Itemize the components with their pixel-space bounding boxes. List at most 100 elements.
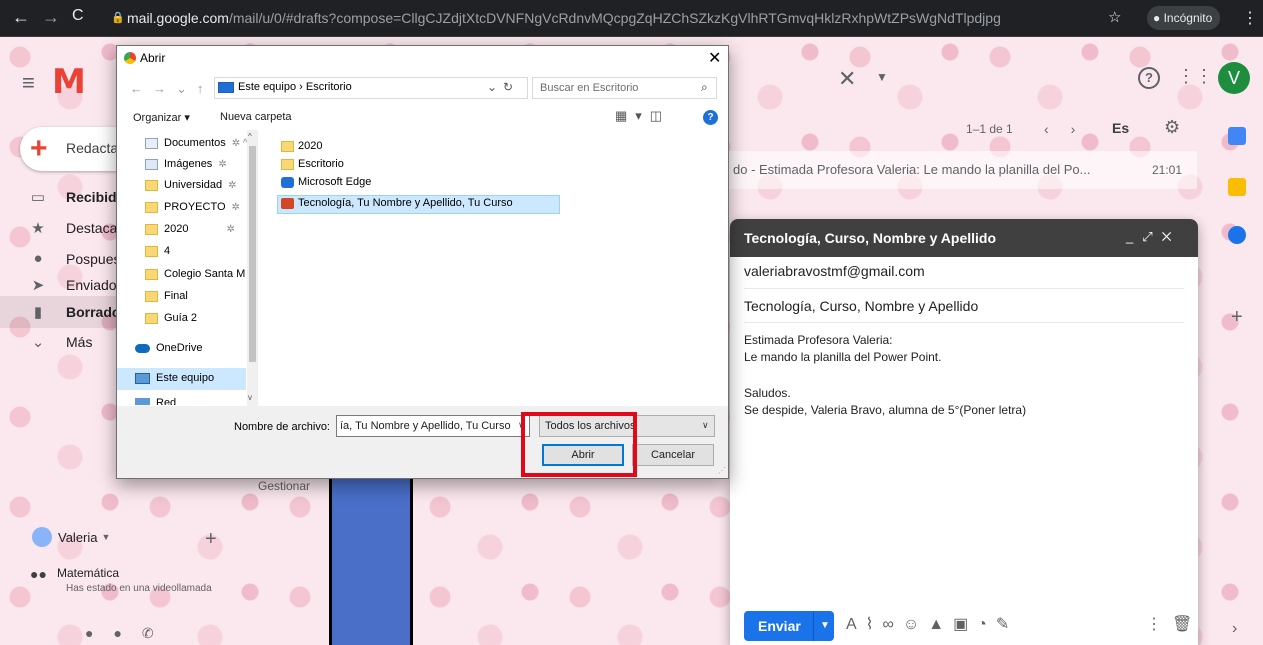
pin-icon: ✲ xyxy=(226,224,235,235)
folder-icon xyxy=(145,179,158,191)
folder-icon xyxy=(281,140,294,152)
window-controls-icon[interactable]: _⤢✕ xyxy=(1126,229,1181,245)
chevron-right-icon[interactable]: › xyxy=(1232,620,1237,638)
address-bar[interactable]: 🔒 mail.google.com/mail/u/0/#drafts?compo… xyxy=(105,5,1135,31)
body-line[interactable]: Estimada Profesora Valeria: xyxy=(744,333,893,347)
gear-icon[interactable]: ⚙ xyxy=(1164,117,1180,138)
tasks-icon[interactable] xyxy=(1228,226,1246,244)
close-icon[interactable]: ✕ xyxy=(708,48,721,68)
folder-icon xyxy=(145,223,158,235)
tree-item-2020[interactable]: 2020 ✲ xyxy=(145,223,235,243)
star-icon: ★ xyxy=(31,220,45,237)
tree-item-proyecto[interactable]: PROYECTO ✲ xyxy=(145,201,240,221)
pagination-label: 1–1 de 1 xyxy=(966,122,1013,136)
keep-icon[interactable] xyxy=(1228,178,1246,196)
tree-label: Colegio Santa M xyxy=(164,268,246,280)
tree-label: Este equipo xyxy=(156,372,215,384)
help-icon[interactable]: ? xyxy=(703,110,718,125)
tree-item-universidad[interactable]: Universidad ✲ xyxy=(145,179,236,199)
chevron-down-icon[interactable]: ∨ xyxy=(702,420,709,431)
close-icon[interactable]: ✕ xyxy=(838,66,856,92)
hangouts-tabs-icon[interactable]: ●●✆ xyxy=(85,625,174,642)
new-folder-button[interactable]: Nueva carpeta xyxy=(220,111,292,123)
tree-item-onedrive[interactable]: OneDrive xyxy=(135,342,202,362)
organize-button[interactable]: Organizar ▾ xyxy=(133,111,190,124)
manage-label[interactable]: Gestionar xyxy=(258,479,310,493)
tree-item-final[interactable]: Final xyxy=(145,290,188,310)
star-icon[interactable]: ☆ xyxy=(1108,8,1121,26)
nav-label: Destaca xyxy=(66,220,118,236)
mail-time: 21:01 xyxy=(1152,163,1183,177)
nav-label: Más xyxy=(66,334,93,350)
nav-label: Pospues xyxy=(66,251,121,267)
scrollbar-thumb[interactable] xyxy=(249,146,256,362)
pc-icon xyxy=(218,82,234,93)
folder-icon xyxy=(145,290,158,302)
body-line[interactable]: Se despide, Valeria Bravo, alumna de 5°(… xyxy=(744,403,1026,417)
reload-icon[interactable]: C xyxy=(72,7,84,25)
view-options-icon[interactable]: ▦▾◫ xyxy=(615,108,670,124)
tree-item-este-equipo[interactable]: Este equipo xyxy=(135,372,214,392)
pin-icon: ✲ xyxy=(231,202,240,213)
help-icon[interactable]: ? xyxy=(1138,67,1160,89)
clock-icon: ● xyxy=(33,250,43,267)
hangouts-user[interactable]: Valeria ▼ xyxy=(32,527,110,547)
pin-icon: ✲ ^ xyxy=(231,138,248,149)
calendar-icon[interactable] xyxy=(1228,127,1246,145)
filename-input[interactable]: ía, Tu Nombre y Apellido, Tu Curso xyxy=(336,415,530,437)
tree-item-guia2[interactable]: Guía 2 xyxy=(145,312,197,332)
incognito-badge[interactable]: ● Incógnito xyxy=(1147,6,1221,30)
chrome-icon xyxy=(124,52,136,64)
input-language[interactable]: Es xyxy=(1112,120,1129,136)
dialog-title: Abrir xyxy=(140,51,166,65)
caret-down-icon[interactable]: ▼ xyxy=(876,70,888,84)
folder-icon xyxy=(145,245,158,257)
more-options-icon[interactable]: ⋮🗑 xyxy=(1146,614,1202,634)
powerpoint-icon xyxy=(281,197,294,209)
tree-item-documentos[interactable]: Documentos ✲ ^ xyxy=(145,137,248,157)
account-avatar[interactable]: V xyxy=(1218,62,1250,94)
network-icon xyxy=(135,397,150,405)
file-item-2020[interactable]: 2020 xyxy=(281,140,322,158)
add-addon-icon[interactable]: + xyxy=(1231,306,1243,329)
cancel-button[interactable]: Cancelar xyxy=(632,444,714,466)
hamburger-icon[interactable]: ≡ xyxy=(22,70,35,96)
scroll-down-icon[interactable]: v xyxy=(248,393,252,402)
tree-item-4[interactable]: 4 xyxy=(145,245,170,265)
add-icon[interactable]: + xyxy=(205,528,217,551)
back-icon[interactable]: ← xyxy=(12,7,30,28)
pin-icon: ✲ xyxy=(228,180,237,191)
tree-item-colegio[interactable]: Colegio Santa M xyxy=(145,268,245,288)
file-item-escritorio[interactable]: Escritorio xyxy=(281,158,344,176)
tree-item-red[interactable]: Red xyxy=(135,397,176,405)
meet-title[interactable]: Matemática xyxy=(57,566,119,580)
tree-label: Documentos xyxy=(164,137,226,149)
dialog-nav-icon[interactable]: ←→⌄↑ xyxy=(130,81,213,97)
forward-icon[interactable]: → xyxy=(42,7,60,28)
refresh-icon[interactable]: ⌄↻ xyxy=(487,80,519,94)
to-field[interactable]: valeriabravostmf@gmail.com xyxy=(744,263,925,279)
resize-grip-icon[interactable]: ⋰ xyxy=(718,466,726,475)
caret-down-icon[interactable]: ▼ xyxy=(820,620,830,631)
user-name: Valeria xyxy=(58,529,98,545)
meet-subtitle: Has estado en una videollamada xyxy=(66,583,212,594)
formatting-toolbar-icon[interactable]: A⌇∞☺▲▣◔✎ xyxy=(846,614,1018,634)
tree-label: 4 xyxy=(164,245,171,257)
menu-icon[interactable]: ⋮ xyxy=(1242,8,1258,28)
nav-label: Enviado xyxy=(66,277,117,293)
send-icon: ➤ xyxy=(31,277,45,294)
body-line[interactable]: Saludos. xyxy=(744,386,791,400)
side-panel xyxy=(1214,110,1263,645)
compose-window xyxy=(730,219,1198,645)
page-nav-icon[interactable]: ‹› xyxy=(1044,121,1097,137)
tree-item-imagenes[interactable]: Imágenes ✲ xyxy=(145,158,227,178)
file-item-tecnologia[interactable]: Tecnología, Tu Nombre y Apellido, Tu Cur… xyxy=(281,197,513,215)
file-label: Tecnología, Tu Nombre y Apellido, Tu Cur… xyxy=(298,197,513,209)
body-line[interactable]: Le mando la planilla del Power Point. xyxy=(744,350,941,364)
compose-label: Redacta xyxy=(66,140,119,156)
scroll-up-icon[interactable]: ^ xyxy=(248,132,252,141)
file-item-edge[interactable]: Microsoft Edge xyxy=(281,176,371,194)
subject-field[interactable]: Tecnología, Curso, Nombre y Apellido xyxy=(744,298,978,314)
document-icon xyxy=(145,137,158,149)
gmail-logo-icon[interactable]: M xyxy=(52,62,86,102)
